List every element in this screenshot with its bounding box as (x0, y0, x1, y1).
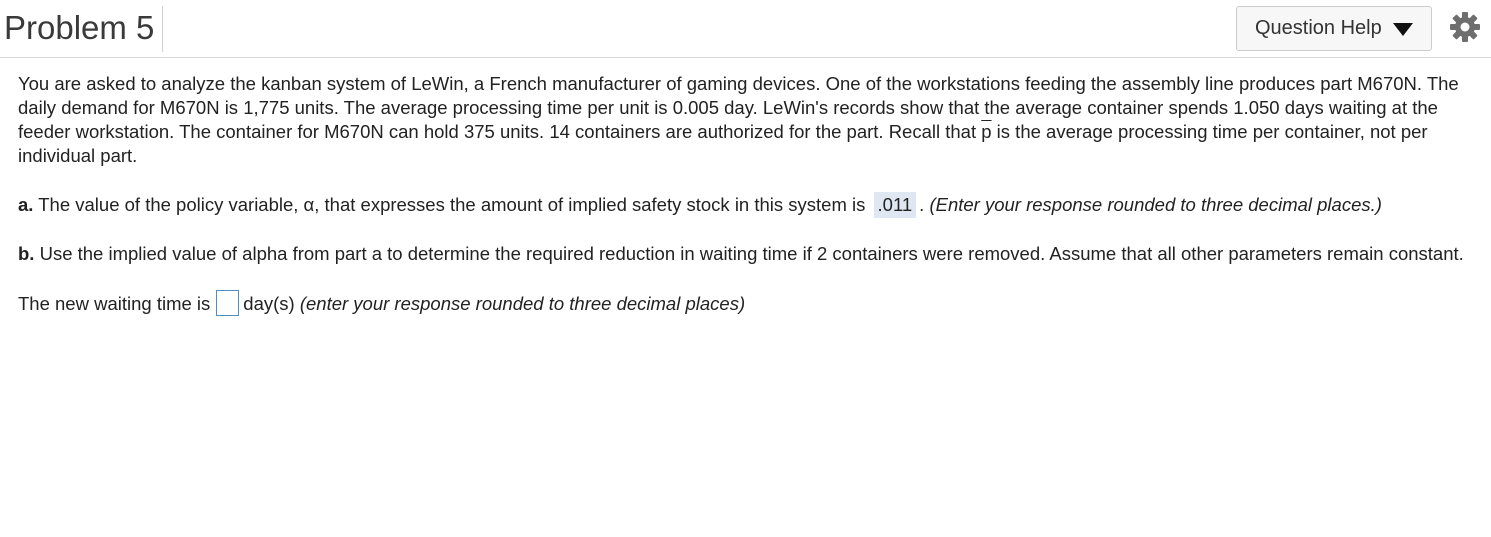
question-help-label: Question Help (1255, 17, 1382, 39)
new-waiting-time-label: The new waiting time is (18, 293, 211, 314)
part-a-after: . (919, 194, 930, 215)
part-b-label: b. (18, 243, 35, 264)
page-title: Problem 5 (4, 6, 164, 52)
part-a-answer[interactable]: .011 (873, 192, 917, 218)
gear-icon[interactable] (1449, 11, 1481, 43)
header-bar: Problem 5 Question Help (0, 0, 1491, 58)
question-help-button[interactable]: Question Help (1236, 6, 1432, 51)
problem-intro: You are asked to analyze the kanban syst… (18, 72, 1473, 168)
part-a-text: The value of the policy variable, α, tha… (33, 194, 871, 215)
caret-down-icon (1393, 23, 1413, 36)
p-bar-symbol: p (981, 121, 992, 142)
new-waiting-time-hint: (enter your response rounded to three de… (299, 293, 746, 314)
new-waiting-time-unit: day(s) (243, 293, 300, 314)
new-waiting-time-row: The new waiting time is day(s) (enter you… (18, 290, 1473, 316)
part-b-text: Use the implied value of alpha from part… (34, 243, 1464, 264)
new-waiting-time-input[interactable] (216, 290, 240, 316)
part-a: a. The value of the policy variable, α, … (18, 192, 1473, 218)
part-a-label: a. (18, 194, 34, 215)
problem-content: You are asked to analyze the kanban syst… (18, 72, 1473, 316)
part-b: b. Use the implied value of alpha from p… (18, 242, 1473, 266)
part-a-hint: (Enter your response rounded to three de… (929, 194, 1382, 215)
